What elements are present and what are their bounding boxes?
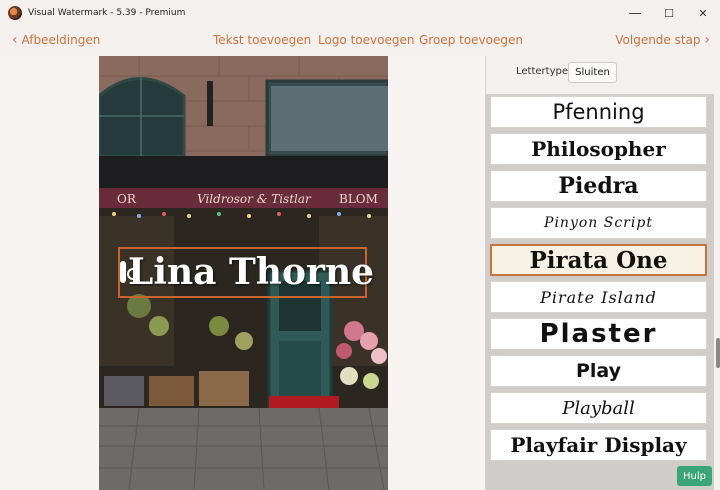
window-controls: — ☐ ✕ bbox=[618, 0, 720, 26]
sign-text: Vildrosor & Tistlar bbox=[197, 192, 312, 206]
chevron-left-icon: ‹ bbox=[12, 32, 18, 48]
title-bar: Visual Watermark - 5.39 - Premium — ☐ ✕ bbox=[0, 0, 720, 26]
window-title: Visual Watermark - 5.39 - Premium bbox=[28, 8, 186, 18]
font-option[interactable]: Pfenning bbox=[490, 96, 707, 128]
back-images-link[interactable]: ‹ Afbeeldingen bbox=[12, 33, 100, 47]
canvas-area: OR Vildrosor & Tistlar BLOM Lina Thorne bbox=[0, 56, 485, 490]
close-button[interactable]: ✕ bbox=[686, 0, 720, 26]
font-option[interactable]: Pinyon Script bbox=[490, 207, 707, 239]
help-button[interactable]: Hulp bbox=[677, 466, 712, 486]
font-list-scrollbar[interactable] bbox=[714, 94, 720, 490]
minimize-button[interactable]: — bbox=[618, 0, 652, 26]
add-group-link[interactable]: Groep toevoegen bbox=[419, 33, 523, 47]
watermark-text[interactable]: Lina Thorne bbox=[120, 244, 374, 300]
font-option[interactable]: Pirate Island bbox=[490, 281, 707, 313]
font-panel-header: Lettertype Sluiten bbox=[486, 62, 720, 84]
font-option[interactable]: Philosopher bbox=[490, 133, 707, 165]
font-option[interactable]: Piedra bbox=[490, 170, 707, 202]
add-text-link[interactable]: Tekst toevoegen bbox=[213, 33, 311, 47]
font-option[interactable]: Plaster bbox=[490, 318, 707, 350]
close-panel-button[interactable]: Sluiten bbox=[568, 62, 617, 83]
nav-bar: ‹ Afbeeldingen Tekst toevoegen Logo toev… bbox=[0, 26, 720, 56]
instagram-icon bbox=[120, 261, 139, 283]
sign-right: BLOM bbox=[339, 192, 378, 206]
next-step-link[interactable]: Volgende stap › bbox=[615, 33, 710, 47]
font-list: Pfenning Philosopher Piedra Pinyon Script Pi… bbox=[486, 94, 714, 490]
chevron-right-icon: › bbox=[704, 32, 710, 48]
watermark-label: Lina Thorne bbox=[128, 251, 375, 293]
font-label: Lettertype bbox=[516, 66, 568, 77]
font-option[interactable]: Play bbox=[490, 355, 707, 387]
scrollbar-thumb[interactable] bbox=[716, 338, 720, 368]
font-option[interactable]: Playball bbox=[490, 392, 707, 424]
back-label: Afbeeldingen bbox=[21, 33, 101, 47]
add-logo-link[interactable]: Logo toevoegen bbox=[318, 33, 414, 47]
maximize-button[interactable]: ☐ bbox=[652, 0, 686, 26]
next-label: Volgende stap bbox=[615, 33, 701, 47]
font-option[interactable]: Playfair Display bbox=[490, 429, 707, 461]
app-logo-icon bbox=[8, 6, 22, 20]
font-option[interactable]: Pirata One bbox=[490, 244, 707, 276]
sign-left: OR bbox=[117, 192, 137, 206]
font-panel: Lettertype Sluiten Pfenning Philosopher Pi… bbox=[485, 56, 720, 490]
